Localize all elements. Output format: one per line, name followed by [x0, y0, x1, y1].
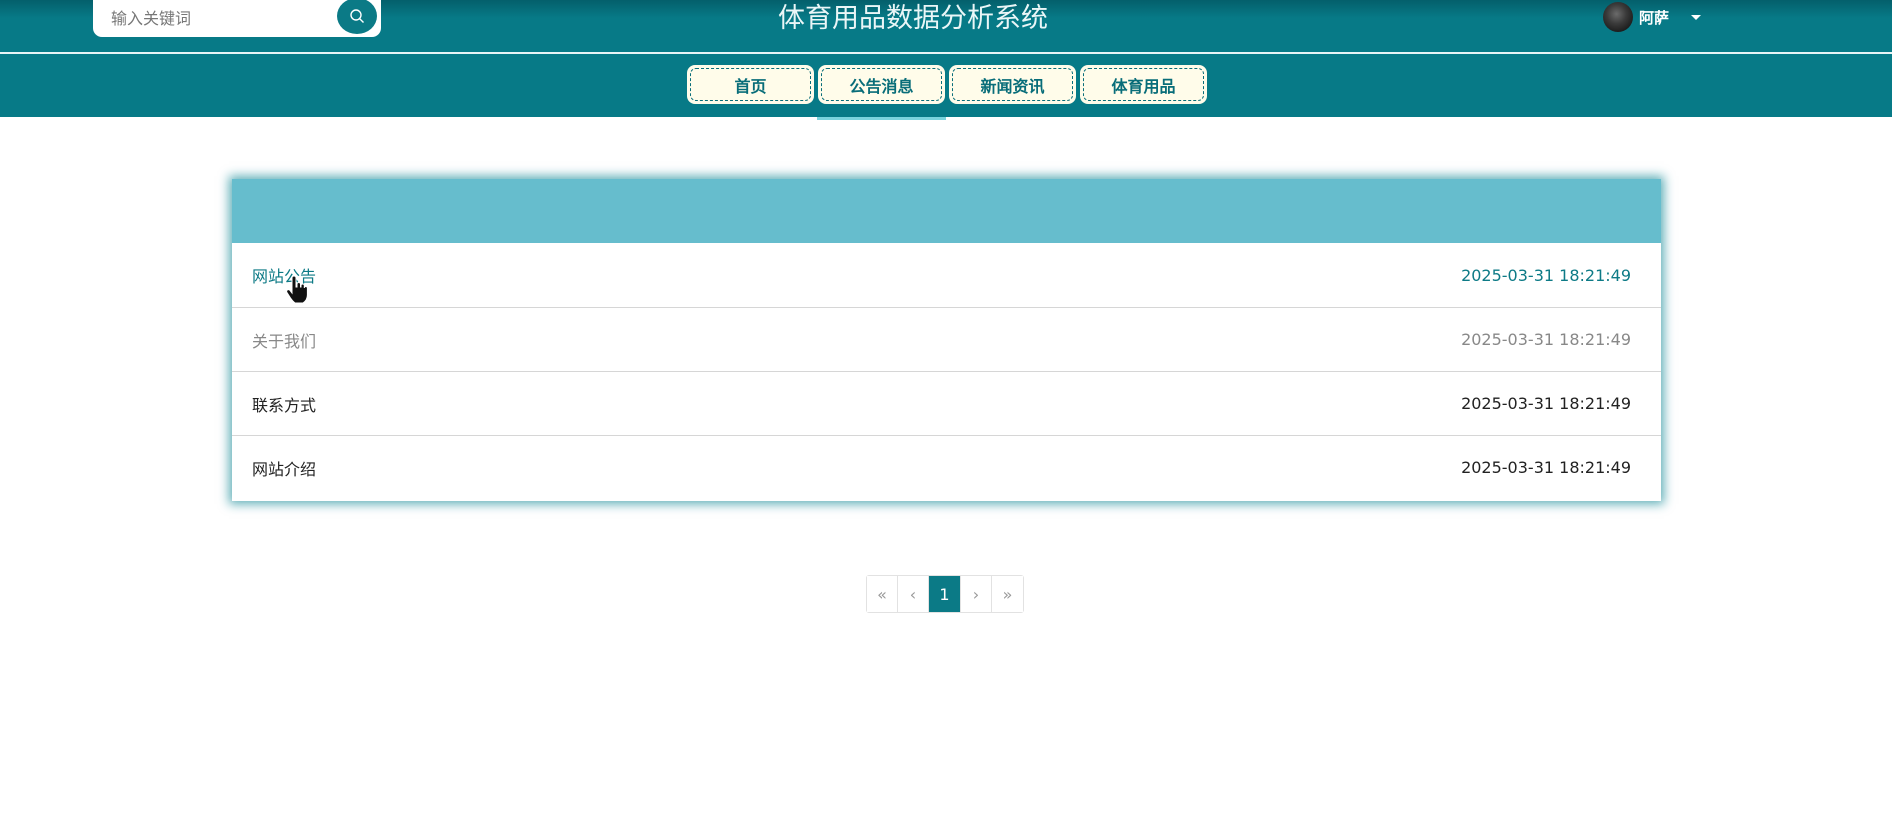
- top-header: 体育用品数据分析系统 阿萨: [0, 0, 1892, 52]
- prev-page-button[interactable]: ‹: [898, 576, 929, 612]
- nav-item-label: 公告消息: [821, 68, 942, 101]
- username: 阿萨: [1639, 8, 1670, 27]
- pagination: « ‹ 1 › »: [866, 575, 1024, 613]
- main-navbar: 首页 公告消息 新闻资讯 体育用品: [0, 54, 1892, 117]
- notice-title: 网站介绍: [252, 459, 317, 479]
- page-number-button[interactable]: 1: [929, 576, 961, 612]
- nav-item-label: 首页: [690, 68, 811, 101]
- notice-title: 联系方式: [252, 395, 317, 415]
- list-item[interactable]: 关于我们 2025-03-31 18:21:49: [232, 307, 1661, 371]
- nav-item-home[interactable]: 首页: [687, 65, 814, 104]
- nav-item-label: 新闻资讯: [952, 68, 1073, 101]
- last-page-button[interactable]: »: [992, 576, 1023, 612]
- nav-item-sports-goods[interactable]: 体育用品: [1080, 65, 1207, 104]
- notice-time: 2025-03-31 18:21:49: [1461, 458, 1631, 477]
- nav-active-indicator: [817, 117, 946, 120]
- nav-item-label: 体育用品: [1083, 68, 1204, 101]
- avatar: [1603, 2, 1633, 32]
- notice-time: 2025-03-31 18:21:49: [1461, 265, 1631, 285]
- list-item[interactable]: 网站介绍 2025-03-31 18:21:49: [232, 435, 1661, 499]
- panel-header: [232, 179, 1661, 243]
- notice-list-panel: 网站公告 2025-03-31 18:21:49 关于我们 2025-03-31…: [232, 179, 1661, 501]
- caret-down-icon: [1691, 14, 1702, 20]
- hand-pointer-icon: [286, 276, 308, 304]
- list-item[interactable]: 联系方式 2025-03-31 18:21:49: [232, 371, 1661, 435]
- notice-time: 2025-03-31 18:21:49: [1461, 330, 1631, 349]
- next-page-button[interactable]: ›: [961, 576, 992, 612]
- user-menu[interactable]: 阿萨: [1603, 2, 1702, 32]
- site-title: 体育用品数据分析系统: [778, 3, 1048, 34]
- notice-time: 2025-03-31 18:21:49: [1461, 394, 1631, 413]
- notice-title: 关于我们: [252, 331, 317, 351]
- nav-item-news[interactable]: 新闻资讯: [949, 65, 1076, 104]
- first-page-button[interactable]: «: [867, 576, 898, 612]
- nav-item-notices[interactable]: 公告消息: [818, 65, 945, 104]
- list-item[interactable]: 网站公告 2025-03-31 18:21:49: [232, 243, 1661, 307]
